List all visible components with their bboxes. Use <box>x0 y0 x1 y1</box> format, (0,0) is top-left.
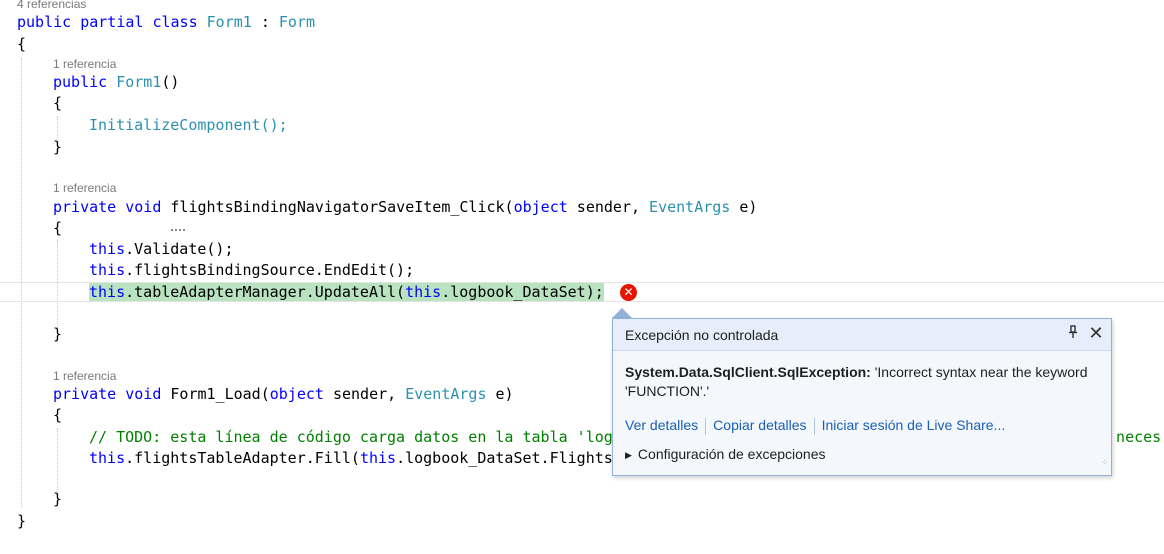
error-icon[interactable]: ✕ <box>620 284 637 301</box>
codelens-ctor-references[interactable]: 1 referencia <box>53 56 116 72</box>
keyword-class: class <box>152 13 198 31</box>
ctor-body: InitializeComponent(); <box>89 116 288 134</box>
save-endedit-line: this.flightsBindingSource.EndEdit(); <box>89 261 415 279</box>
load-fill-line: this.flightsTableAdapter.Fill(this.logbo… <box>89 449 613 467</box>
resize-grip-icon[interactable]: ⁘ <box>1096 459 1108 472</box>
class-open-brace: { <box>17 35 27 53</box>
type-form: Form <box>278 13 316 31</box>
pin-icon[interactable] <box>1065 325 1081 342</box>
expand-triangle-icon: ▶ <box>625 450 632 460</box>
load-todo-comment: // TODO: esta línea de código carga dato… <box>89 428 613 446</box>
codelens-save-references[interactable]: 1 referencia <box>53 180 116 196</box>
ctor-open-brace: { <box>53 94 63 112</box>
codelens-load-references[interactable]: 1 referencia <box>53 368 116 384</box>
save-open-brace: { <box>53 219 63 237</box>
close-icon[interactable]: ✕ <box>1087 323 1105 344</box>
exception-popup: Excepción no controlada ✕ System.Data.Sq… <box>612 318 1112 476</box>
suggestion-dots <box>171 227 185 231</box>
load-close-brace: } <box>53 490 63 508</box>
class-declaration: public partial class Form1 : Form <box>17 13 316 31</box>
class-close-brace: } <box>17 512 27 530</box>
load-open-brace: { <box>53 406 63 424</box>
save-close-brace: } <box>53 325 63 343</box>
keyword-public: public <box>17 13 72 31</box>
exception-settings-label: Configuración de excepciones <box>637 446 826 462</box>
view-details-link[interactable]: Ver detalles <box>625 417 698 433</box>
keyword-partial: partial <box>80 13 144 31</box>
load-method-declaration: private void Form1_Load(object sender, E… <box>53 385 514 403</box>
link-separator <box>705 417 707 435</box>
ctor-close-brace: } <box>53 138 63 156</box>
ctor-declaration: public Form1() <box>53 73 180 91</box>
save-updateall-line[interactable]: this.tableAdapterManager.UpdateAll(this.… <box>89 281 604 303</box>
exception-type: System.Data.SqlClient.SqlException: <box>625 364 871 380</box>
type-form1: Form1 <box>206 13 252 31</box>
popup-pointer <box>612 308 632 318</box>
copy-details-link[interactable]: Copiar detalles <box>713 417 806 433</box>
exception-popup-title: Excepción no controlada <box>625 327 779 343</box>
exception-settings-toggle[interactable]: ▶ Configuración de excepciones <box>625 446 826 462</box>
live-share-link[interactable]: Iniciar sesión de Live Share... <box>822 417 1006 433</box>
exception-popup-header: Excepción no controlada ✕ <box>613 319 1111 351</box>
save-method-declaration: private void flightsBindingNavigatorSave… <box>53 198 758 216</box>
indent-guide-load <box>57 428 58 492</box>
exception-message: System.Data.SqlClient.SqlException: 'Inc… <box>625 363 1095 401</box>
save-validate-line: this.Validate(); <box>89 240 234 258</box>
link-separator <box>813 417 815 435</box>
exception-links: Ver detalles Copiar detalles Iniciar sesió… <box>625 417 1005 435</box>
